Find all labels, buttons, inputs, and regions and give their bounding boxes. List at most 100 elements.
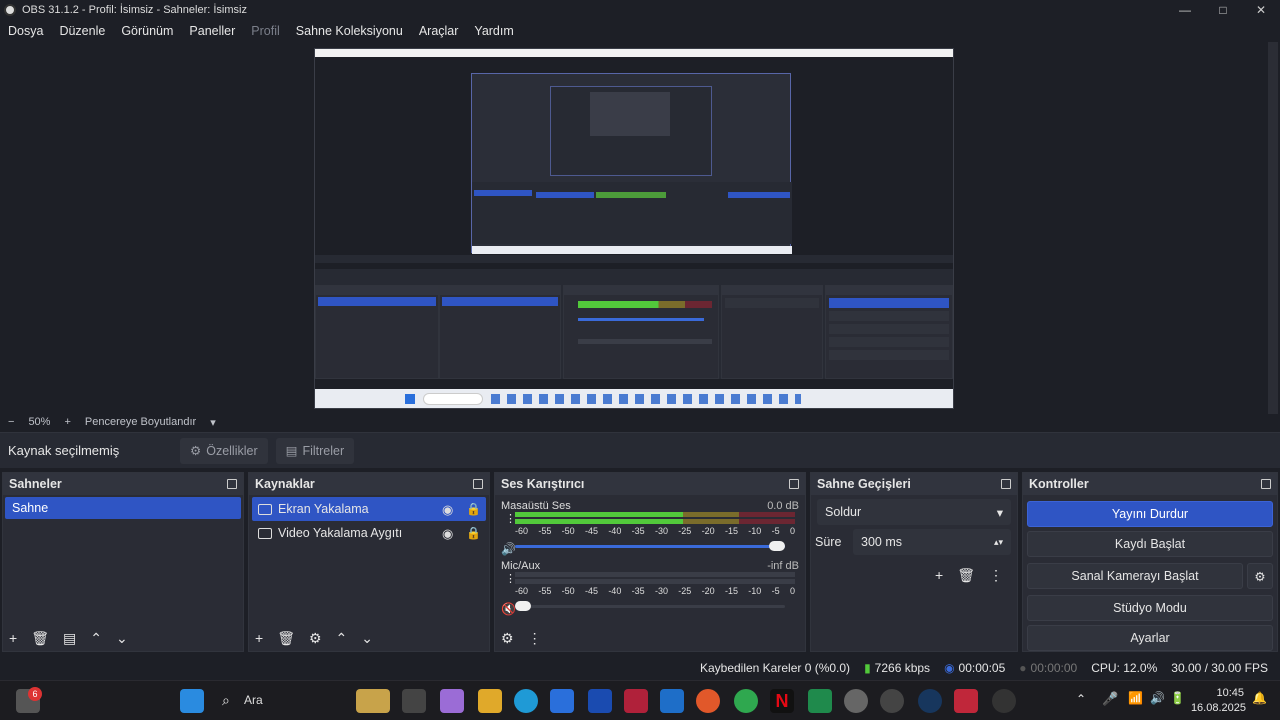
slider-knob[interactable]: [769, 541, 785, 551]
chevron-down-icon: ▾: [996, 505, 1003, 520]
search-icon[interactable]: ⌕: [222, 692, 230, 709]
audio-settings-icon[interactable]: ⚙: [501, 630, 514, 647]
move-up-icon[interactable]: ⌃: [90, 630, 102, 647]
more-icon[interactable]: ⋮: [528, 630, 542, 647]
copilot-icon[interactable]: [440, 689, 464, 713]
meter-tick-label: -20: [701, 586, 715, 596]
app-l-icon[interactable]: [588, 689, 612, 713]
add-icon[interactable]: +: [255, 630, 263, 646]
chevron-down-icon[interactable]: ▾: [210, 416, 216, 429]
float-dock-icon[interactable]: [789, 479, 799, 489]
float-dock-icon[interactable]: [227, 479, 237, 489]
menu-dosya[interactable]: Dosya: [8, 24, 43, 38]
meter-tick-label: -25: [678, 526, 692, 536]
menu-araclar[interactable]: Araçlar: [419, 24, 459, 38]
meter-tick-label: 0: [789, 586, 795, 596]
steam-icon[interactable]: [918, 689, 942, 713]
maximize-button[interactable]: □: [1204, 0, 1242, 20]
eye-icon[interactable]: ◉: [442, 502, 456, 517]
windows-start-icon[interactable]: [180, 689, 204, 713]
app-red-icon[interactable]: [954, 689, 978, 713]
nested-taskbar: [315, 389, 953, 408]
outlook-icon[interactable]: [660, 689, 684, 713]
more-icon[interactable]: ⋮: [989, 567, 1003, 584]
no-source-label: Kaynak seçilmemiş: [8, 443, 120, 458]
chevron-up-icon[interactable]: ⌃: [1076, 692, 1086, 706]
float-dock-icon[interactable]: [1001, 479, 1011, 489]
microphone-icon[interactable]: 🎤: [1102, 691, 1118, 707]
start-record-button[interactable]: Kaydı Başlat: [1027, 531, 1273, 557]
clock-time[interactable]: 10:45: [1196, 687, 1244, 699]
chrome-icon[interactable]: [734, 689, 758, 713]
edge-icon[interactable]: [514, 689, 538, 713]
transition-dropdown[interactable]: Soldur ▾: [817, 499, 1011, 525]
obs-icon[interactable]: [992, 689, 1016, 713]
preview-scrollbar[interactable]: [1268, 42, 1278, 414]
float-dock-icon[interactable]: [473, 479, 483, 489]
netflix-icon[interactable]: N: [770, 689, 794, 713]
filter-icon[interactable]: ▤: [63, 630, 76, 647]
menu-duzenle[interactable]: Düzenle: [59, 24, 105, 38]
menu-paneller[interactable]: Paneller: [189, 24, 235, 38]
add-icon[interactable]: +: [935, 567, 943, 584]
wifi-icon[interactable]: 📶: [1128, 691, 1143, 705]
menu-profil[interactable]: Profil: [251, 24, 279, 38]
volume-slider[interactable]: [515, 601, 785, 611]
copilot-banner-icon[interactable]: [356, 689, 390, 713]
move-down-icon[interactable]: ⌄: [116, 630, 128, 647]
settings-button[interactable]: Ayarlar: [1027, 625, 1273, 651]
record-icon: ●: [1019, 661, 1027, 675]
menu-sahne-koleksiyonu[interactable]: Sahne Koleksiyonu: [296, 24, 403, 38]
minimize-button[interactable]: —: [1166, 0, 1204, 20]
studio-mode-button[interactable]: Stüdyo Modu: [1027, 595, 1273, 621]
add-icon[interactable]: +: [9, 630, 17, 646]
source-item[interactable]: Video Yakalama Aygıtı ◉ 🔒: [252, 521, 486, 545]
shield-icon[interactable]: [624, 689, 648, 713]
firefox-icon[interactable]: [696, 689, 720, 713]
zoom-out-button[interactable]: −: [8, 416, 14, 428]
filters-button[interactable]: ▤ Filtreler: [275, 437, 355, 464]
source-item[interactable]: Ekran Yakalama ◉ 🔒: [252, 497, 486, 521]
meter-tick-label: -35: [631, 526, 645, 536]
volume-icon[interactable]: 🔊: [1150, 691, 1165, 705]
float-dock-icon[interactable]: [1261, 479, 1271, 489]
menu-gorunum[interactable]: Görünüm: [121, 24, 173, 38]
slider-knob[interactable]: [515, 601, 531, 611]
task-view-icon[interactable]: [402, 689, 426, 713]
virtual-camera-button[interactable]: Sanal Kamerayı Başlat: [1027, 563, 1243, 589]
eye-icon[interactable]: ◉: [442, 526, 456, 541]
clock-date[interactable]: 16.08.2025: [1186, 702, 1246, 714]
scenes-dock: Sahneler Sahne + 🗑 ▤ ⌃ ⌄: [2, 472, 244, 652]
taskbar-search[interactable]: Ara: [244, 693, 263, 707]
folder-icon[interactable]: [478, 689, 502, 713]
spin-arrows-icon[interactable]: ▴▾: [994, 537, 1003, 548]
battery-icon[interactable]: 🔋: [1170, 691, 1185, 705]
menu-yardim[interactable]: Yardım: [474, 24, 513, 38]
notification-bell-icon[interactable]: 🔔: [1252, 691, 1267, 705]
properties-button[interactable]: ⚙ Özellikler: [180, 437, 268, 464]
close-button[interactable]: ✕: [1242, 0, 1280, 20]
muted-speaker-icon[interactable]: 🔇: [501, 602, 516, 616]
speaker-icon[interactable]: 🔊: [501, 542, 516, 556]
store-icon[interactable]: [550, 689, 574, 713]
lock-icon[interactable]: 🔒: [466, 502, 481, 516]
virtual-camera-settings-button[interactable]: ⚙: [1247, 563, 1273, 589]
scene-item[interactable]: Sahne: [5, 497, 241, 519]
zoom-mode-dropdown[interactable]: Pencereye Boyutlandır: [85, 416, 196, 428]
excel-icon[interactable]: [808, 689, 832, 713]
stop-stream-button[interactable]: Yayını Durdur: [1027, 501, 1273, 527]
duration-spinbox[interactable]: 300 ms ▴▾: [853, 529, 1011, 555]
settings-app-icon[interactable]: [844, 689, 868, 713]
move-up-icon[interactable]: ⌃: [336, 630, 348, 647]
trash-icon[interactable]: 🗑: [277, 630, 295, 647]
trash-icon[interactable]: 🗑: [31, 630, 49, 647]
gear-icon[interactable]: ⚙: [309, 630, 322, 647]
move-down-icon[interactable]: ⌄: [361, 630, 373, 647]
trash-icon[interactable]: 🗑: [957, 567, 975, 584]
zoom-in-button[interactable]: +: [64, 416, 70, 428]
lock-icon[interactable]: 🔒: [466, 526, 481, 540]
volume-slider[interactable]: [515, 541, 785, 551]
preview-canvas[interactable]: [314, 48, 954, 409]
chatgpt-icon[interactable]: [880, 689, 904, 713]
nested-menubar: [315, 57, 953, 69]
